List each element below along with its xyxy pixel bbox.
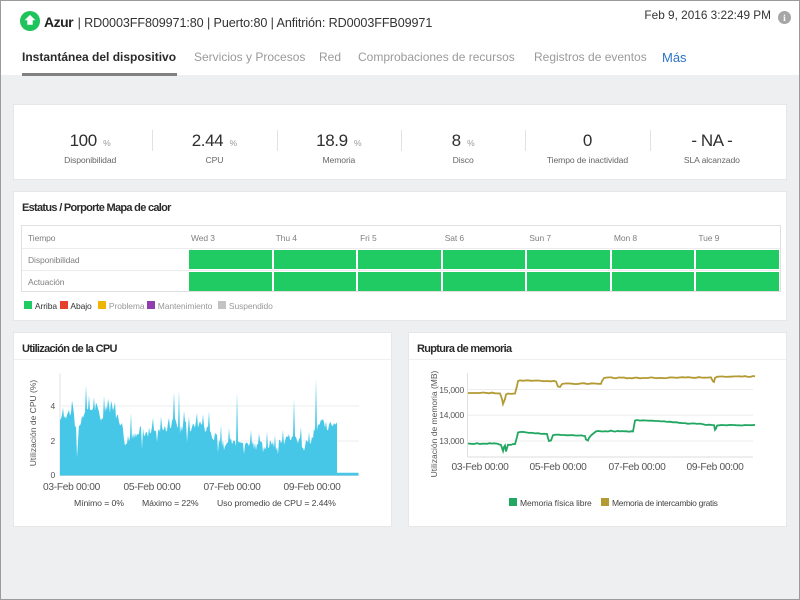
svg-text:i: i [783,14,786,24]
